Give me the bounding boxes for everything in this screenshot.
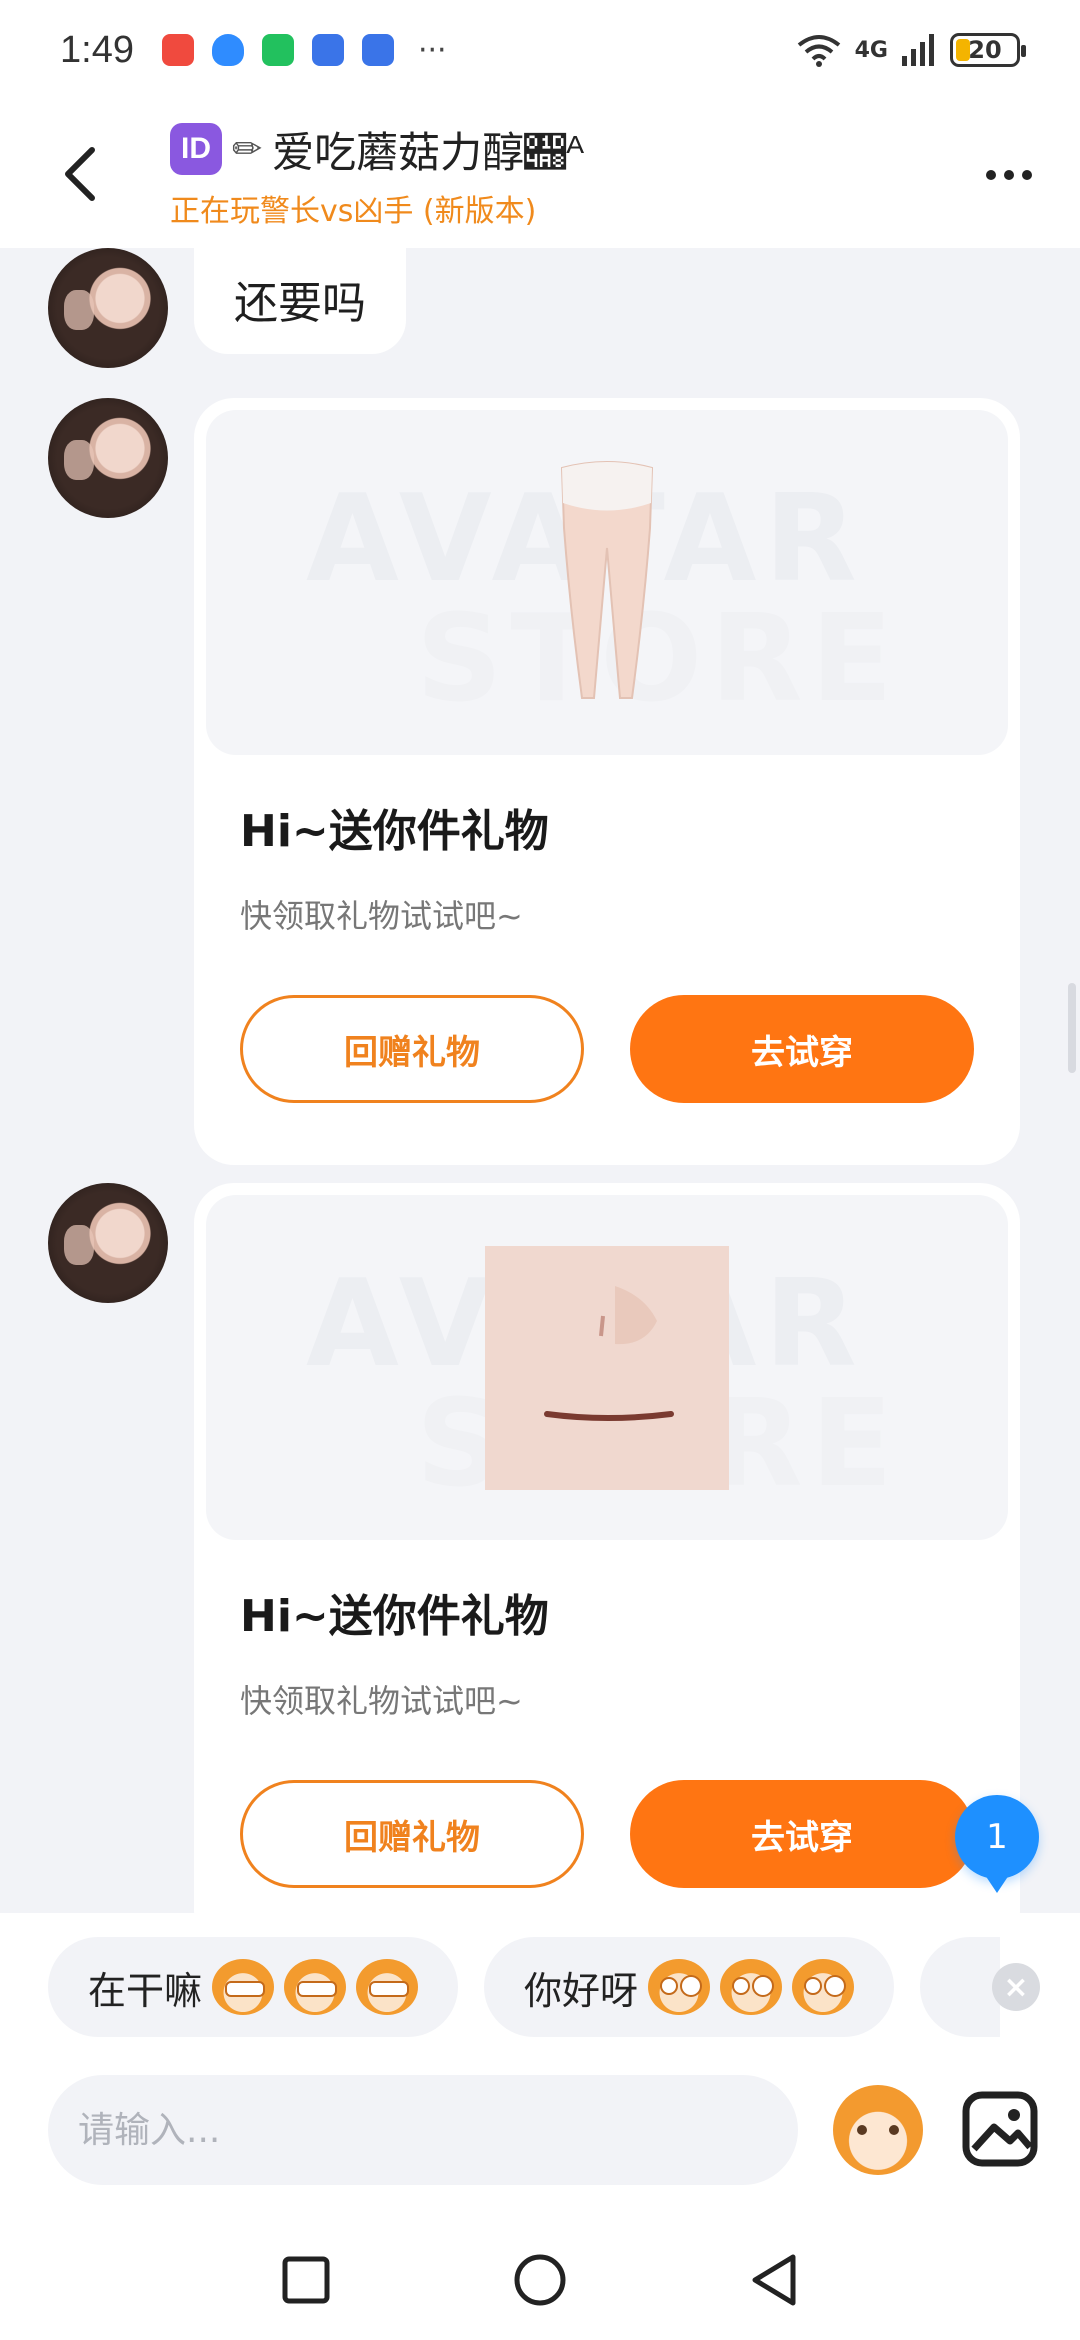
- gift-preview[interactable]: AVATAR STORE: [206, 1195, 1008, 1540]
- try-on-button[interactable]: 去试穿: [630, 1780, 974, 1888]
- gift-text: Hi~送你件礼物 快领取礼物试试吧~: [206, 1540, 1008, 1722]
- back-nav-icon[interactable]: [749, 2253, 799, 2307]
- gift-actions: 回赠礼物 去试穿: [206, 1722, 1008, 1913]
- network-type: 4G: [854, 37, 888, 63]
- battery-icon: 20: [950, 33, 1026, 67]
- chat-screen: 1:49 ··· 4G 20: [0, 0, 1080, 2340]
- wide-eye-monkey-icon: [648, 1959, 711, 2015]
- status-bar: 1:49 ··· 4G 20: [0, 0, 1080, 100]
- grin-monkey-icon: [284, 1959, 347, 2015]
- quick-reply-chip[interactable]: [920, 1937, 1001, 2037]
- gift-card: AVATAR STORE Hi~送你件礼物 快领取礼物试试吧~ 回赠礼物 去试穿: [194, 398, 1020, 1165]
- sender-avatar[interactable]: [48, 248, 168, 368]
- title-row: ID ✏ 爱吃蘑菇力醇𝒨ᴬ: [170, 119, 584, 180]
- sticker-button[interactable]: [833, 2085, 923, 2175]
- gift-description: 快领取礼物试试吧~: [240, 897, 523, 935]
- text-message-bubble[interactable]: 还要吗: [194, 248, 406, 354]
- quick-reply-text: 在干嘛: [88, 1968, 203, 2013]
- shield-icon: [211, 34, 244, 66]
- unread-count: 1: [986, 1817, 1008, 1857]
- gift-description: 快领取礼物试试吧~: [240, 1682, 523, 1720]
- image-icon[interactable]: [960, 2089, 1040, 2169]
- quick-reply-chip[interactable]: 你好呀: [484, 1937, 895, 2037]
- chat-title[interactable]: 爱吃蘑菇力醇𝒨ᴬ: [272, 119, 584, 180]
- system-nav-bar: [0, 2220, 1080, 2340]
- battery-level: 20: [968, 36, 1002, 64]
- close-quick-replies-icon[interactable]: ×: [992, 1963, 1040, 2011]
- input-row: [48, 2075, 1048, 2185]
- status-app-icons: ···: [161, 32, 447, 68]
- status-time: 1:49: [60, 28, 134, 71]
- header-titles: ID ✏ 爱吃蘑菇力醇𝒨ᴬ 正在玩警长vs凶手 (新版本): [170, 119, 584, 230]
- unread-count-badge[interactable]: 1: [955, 1795, 1039, 1893]
- dot-icon: [1022, 170, 1032, 180]
- wide-eye-monkey-icon: [720, 1959, 783, 2015]
- wide-eye-monkey-icon: [792, 1959, 855, 2015]
- more-options-button[interactable]: [974, 150, 1044, 200]
- grin-monkey-icon: [212, 1959, 275, 2015]
- paw-icon: [311, 34, 344, 66]
- grin-monkey-icon: [356, 1959, 419, 2015]
- message-text: 还要吗: [234, 278, 366, 329]
- sender-avatar[interactable]: [48, 398, 168, 518]
- return-gift-button[interactable]: 回赠礼物: [240, 995, 584, 1103]
- scrollbar[interactable]: [1068, 983, 1076, 1073]
- leggings-image: [560, 460, 654, 699]
- id-badge: ID: [170, 123, 222, 175]
- gift-card: AVATAR STORE Hi~送你件礼物 快领取礼物试试吧~ 回赠礼物 去试穿: [194, 1183, 1020, 1913]
- gift-preview[interactable]: AVATAR STORE: [206, 410, 1008, 755]
- recent-apps-icon[interactable]: [281, 2255, 331, 2305]
- dot-icon: [1004, 170, 1014, 180]
- home-icon[interactable]: [513, 2253, 567, 2307]
- pencil-icon: ✏: [232, 128, 263, 170]
- try-on-button[interactable]: 去试穿: [630, 995, 974, 1103]
- gift-title: Hi~送你件礼物: [240, 806, 549, 857]
- more-notifications-icon: ···: [417, 32, 447, 68]
- wifi-icon: [797, 35, 840, 67]
- message-input[interactable]: [48, 2075, 798, 2185]
- app-notification-icon: [161, 34, 194, 66]
- chat-header: ID ✏ 爱吃蘑菇力醇𝒨ᴬ 正在玩警长vs凶手 (新版本): [0, 100, 1080, 248]
- paw-icon: [361, 34, 394, 66]
- face-image: [485, 1245, 729, 1490]
- wechat-icon: [261, 34, 294, 66]
- return-gift-button[interactable]: 回赠礼物: [240, 1780, 584, 1888]
- chevron-left-icon: [65, 147, 95, 201]
- gift-title: Hi~送你件礼物: [240, 1591, 549, 1642]
- status-right: 4G 20: [797, 33, 1026, 67]
- quick-reply-chip[interactable]: 在干嘛: [48, 1937, 459, 2037]
- back-button[interactable]: [20, 100, 140, 248]
- gift-text: Hi~送你件礼物 快领取礼物试试吧~: [206, 755, 1008, 937]
- quick-reply-text: 你好呀: [524, 1968, 639, 2013]
- signal-icon: [902, 34, 934, 66]
- quick-reply-row[interactable]: 在干嘛 你好呀: [48, 1937, 1001, 2037]
- sender-avatar[interactable]: [48, 1183, 168, 1303]
- chat-status[interactable]: 正在玩警长vs凶手 (新版本): [170, 186, 584, 230]
- message-list[interactable]: 还要吗 AVATAR STORE Hi~送你件礼物 快领取礼物试试吧~ 回赠礼物: [0, 248, 1080, 1913]
- dot-icon: [986, 170, 996, 180]
- gift-actions: 回赠礼物 去试穿: [206, 937, 1008, 1153]
